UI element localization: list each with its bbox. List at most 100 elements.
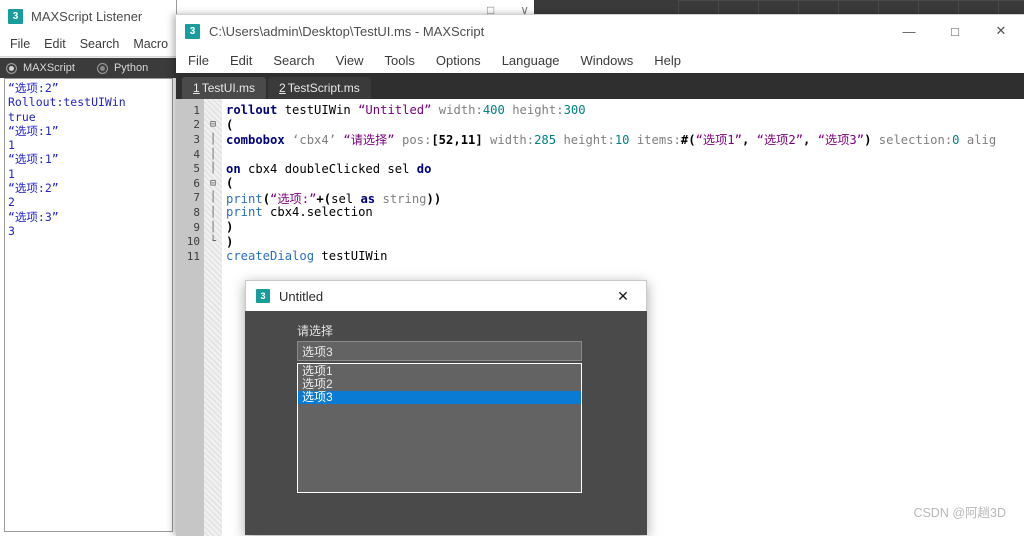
editor-close-button[interactable]: ✕	[978, 15, 1024, 47]
combobox-option[interactable]: 选项3	[298, 391, 581, 404]
listener-output-console[interactable]: “选项:2” Rollout:testUIWin true “选项:1” 1 “选项:1”…	[4, 78, 173, 532]
combobox-list[interactable]: 选项1 选项2 选项3	[297, 363, 582, 493]
code-line[interactable]: 10 └ )	[176, 234, 1024, 249]
combobox-label: 请选择	[297, 324, 334, 338]
editor-tab-testui-ms[interactable]: 1 TestUI.ms	[182, 77, 267, 99]
listener-menu-edit[interactable]: Edit	[44, 37, 66, 51]
tab-index: 1	[193, 81, 200, 95]
editor-menu-edit[interactable]: Edit	[230, 53, 252, 68]
code-text: on cbx4 doubleClicked sel do	[226, 161, 432, 176]
editor-menu-language[interactable]: Language	[502, 53, 560, 68]
editor-minimize-button[interactable]: —	[886, 15, 932, 47]
editor-tab-testscript-ms[interactable]: 2 TestScript.ms	[268, 77, 371, 99]
line-number: 1	[193, 103, 200, 117]
listener-output-line: “选项:1”	[8, 152, 59, 167]
code-line[interactable]: 5 │ on cbx4 doubleClicked sel do	[176, 161, 1024, 176]
code-line[interactable]: 8 │ print cbx4.selection	[176, 205, 1024, 220]
combobox-option[interactable]: 选项1	[298, 365, 581, 378]
listener-menu-file[interactable]: File	[10, 37, 30, 51]
editor-menu-file[interactable]: File	[188, 53, 209, 68]
listener-output-line: 1	[8, 138, 15, 153]
line-number: 11	[186, 249, 200, 263]
listener-output-lines: “选项:2” Rollout:testUIWin true “选项:1” 1 “选项:1”…	[5, 79, 172, 238]
editor-menu-search[interactable]: Search	[273, 53, 314, 68]
line-number: 5	[193, 162, 200, 176]
maxscript-app-icon: 3	[8, 8, 23, 24]
listener-output-line: “选项:1”	[8, 123, 59, 138]
radio-maxscript-icon[interactable]	[6, 62, 17, 74]
fold-marker-icon[interactable]: └	[204, 236, 222, 247]
listener-output-line: 1	[8, 166, 15, 181]
editor-menu-windows[interactable]: Windows	[581, 53, 634, 68]
code-line[interactable]: 11 createDialog testUIWin	[176, 249, 1024, 264]
code-line[interactable]: 1 rollout testUIWin “Untitled” width:400…	[176, 103, 1024, 118]
code-line[interactable]: 4 │	[176, 147, 1024, 162]
fold-marker-icon[interactable]: │	[204, 163, 222, 174]
code-text: print cbx4.selection	[226, 205, 373, 220]
line-number: 6	[193, 176, 200, 190]
code-text: combobox ‘cbx4’ “请选择” pos:[52,11] width:…	[226, 133, 997, 148]
line-number: 4	[193, 147, 200, 161]
line-number: 3	[193, 132, 200, 146]
editor-maximize-button[interactable]: □	[932, 15, 978, 47]
dialog-app-icon: 3	[256, 289, 270, 303]
tab-label: TestScript.ms	[287, 81, 360, 95]
line-number: 9	[193, 220, 200, 234]
radio-python-icon[interactable]	[96, 62, 108, 74]
editor-title: C:\Users\admin\Desktop\TestUI.ms - MAXSc…	[209, 23, 485, 39]
radio-maxscript-label[interactable]: MAXScript	[23, 62, 75, 74]
fold-marker-icon[interactable]: ⊟	[204, 178, 222, 189]
listener-output-line: 2	[8, 195, 15, 210]
editor-menubar[interactable]: File Edit Search View Tools Options Lang…	[176, 47, 1024, 73]
csdn-watermark: CSDN @阿趟3D	[913, 506, 1006, 520]
editor-menu-tools[interactable]: Tools	[385, 53, 415, 68]
editor-titlebar: 3 C:\Users\admin\Desktop\TestUI.ms - MAX…	[176, 15, 1024, 47]
fold-marker-icon[interactable]: │	[204, 192, 222, 203]
line-number: 8	[193, 205, 200, 219]
fold-marker-icon[interactable]: │	[204, 149, 222, 160]
maxscript-editor-icon: 3	[185, 23, 200, 39]
code-text: )	[226, 234, 234, 249]
code-text: createDialog testUIWin	[226, 249, 388, 264]
dialog-title: Untitled	[279, 288, 324, 304]
code-line[interactable]: 3 │ combobox ‘cbx4’ “请选择” pos:[52,11] wid…	[176, 132, 1024, 148]
fold-marker-icon[interactable]: ⊟	[204, 119, 222, 130]
radio-python-label[interactable]: Python	[114, 62, 148, 74]
dialog-close-icon[interactable]: ✕	[600, 281, 646, 312]
fold-marker-icon[interactable]: │	[204, 207, 222, 218]
fold-marker-icon[interactable]: │	[204, 134, 222, 145]
dialog-body: 请选择 选项3 选项1 选项2 选项3	[245, 311, 647, 535]
editor-menu-options[interactable]: Options	[436, 53, 481, 68]
tab-label: TestUI.ms	[201, 81, 256, 95]
editor-window-controls[interactable]: — □ ✕	[886, 15, 1024, 47]
line-number: 7	[193, 191, 200, 205]
code-line[interactable]: 7 │ print(“选项:”+(sel as string))	[176, 191, 1024, 206]
untitled-rollout-dialog: 3 Untitled ✕ 请选择 选项3 选项1 选项2 选项3	[245, 280, 647, 535]
listener-menu-search[interactable]: Search	[80, 37, 120, 51]
listener-title: MAXScript Listener	[31, 8, 143, 24]
line-number: 10	[186, 235, 200, 249]
maxscript-listener-window: 3 MAXScript Listener File Edit Search Ma…	[0, 0, 177, 535]
editor-tabbar[interactable]: 1 TestUI.ms 2 TestScript.ms	[176, 73, 1024, 99]
editor-code-lines: 1 rollout testUIWin “Untitled” width:400…	[176, 103, 1024, 264]
combobox-option[interactable]: 选项2	[298, 378, 581, 391]
listener-output-line: “选项:2”	[8, 181, 59, 196]
editor-menu-help[interactable]: Help	[654, 53, 681, 68]
listener-output-line: Rollout:testUIWin	[8, 95, 126, 110]
code-text: )	[226, 220, 234, 235]
fold-marker-icon[interactable]: │	[204, 222, 222, 233]
listener-output-line: “选项:2”	[8, 81, 59, 95]
code-text: print(“选项:”+(sel as string))	[226, 191, 442, 206]
code-line[interactable]: 9 │ )	[176, 220, 1024, 235]
editor-menu-view[interactable]: View	[336, 53, 364, 68]
listener-menubar[interactable]: File Edit Search Macro	[0, 32, 176, 56]
line-number: 2	[193, 118, 200, 132]
listener-output-line: “选项:3”	[8, 209, 59, 224]
code-text: rollout testUIWin “Untitled” width:400 h…	[226, 103, 586, 118]
dialog-titlebar: 3 Untitled ✕	[245, 280, 647, 311]
listener-output-line: 3	[8, 223, 15, 238]
combobox-selected-value[interactable]: 选项3	[297, 341, 582, 361]
listener-mode-bar[interactable]: MAXScript Python	[0, 58, 176, 78]
listener-titlebar: 3 MAXScript Listener	[0, 0, 176, 32]
listener-menu-macro[interactable]: Macro	[133, 37, 168, 51]
